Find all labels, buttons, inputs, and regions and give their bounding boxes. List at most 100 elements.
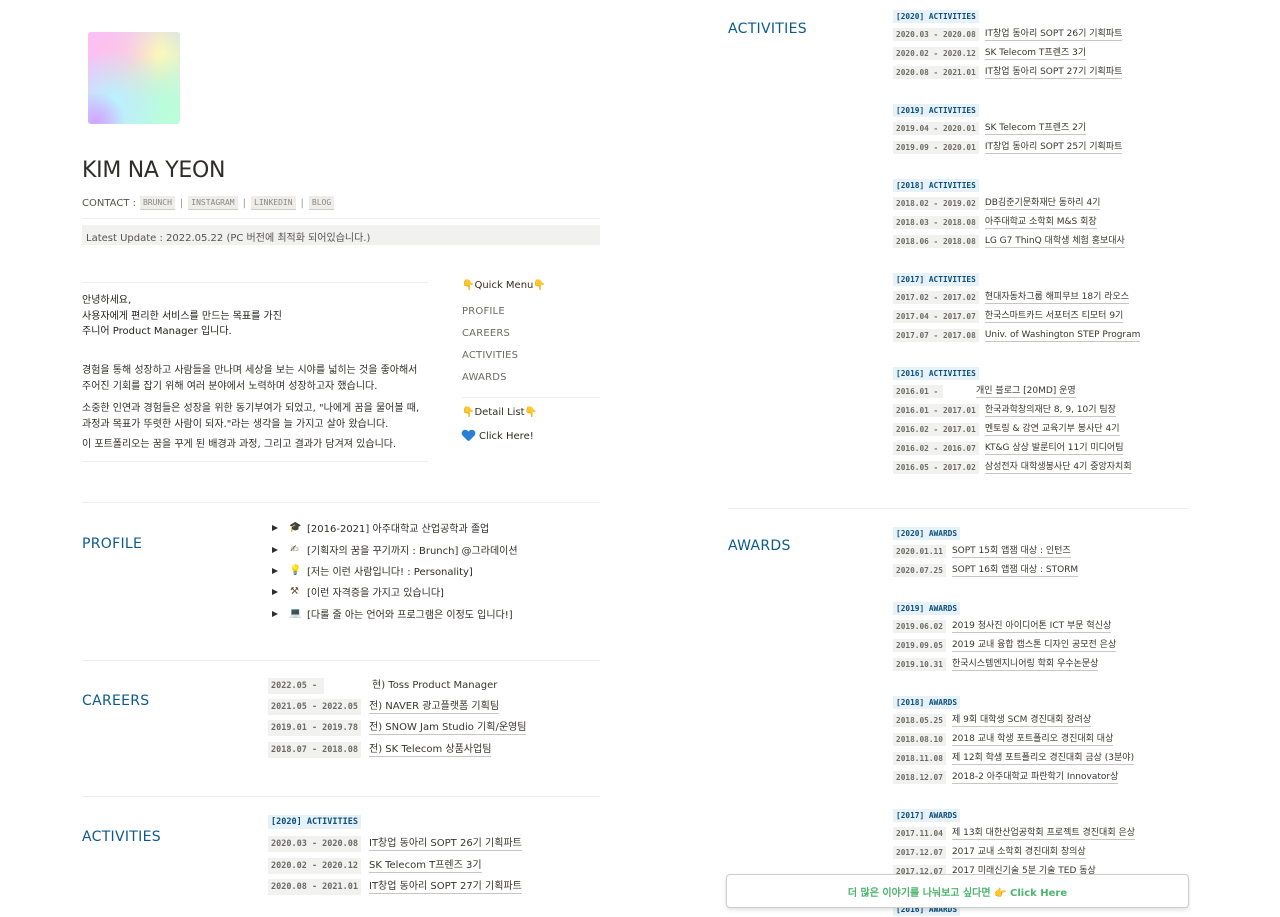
contact-cta-button[interactable]: 더 많은 이야기를 나눠보고 싶다면 👉 Click Here	[726, 874, 1189, 908]
contact-link-blog[interactable]: BLOG	[308, 196, 335, 210]
date-badge: 2020.01.11	[893, 545, 946, 558]
toggle-item-certificates[interactable]: ⚒ [이런 자격증을 가지고 있습니다]	[272, 584, 444, 599]
blue-heart-icon	[462, 430, 475, 442]
date-badge: 2019.09 - 2020.01	[893, 141, 979, 154]
activity-row: 2018.06 - 2018.08 LG G7 ThinQ 대학생 체험 홍보대사	[893, 235, 1125, 248]
activity-link[interactable]: 개인 블로그 [20MD] 운영	[976, 386, 1076, 398]
date-badge: 2019.10.31	[893, 658, 946, 671]
activity-row: 2017.02 - 2017.02 현대자동차그룹 해피무브 18기 라오스	[893, 291, 1130, 304]
activity-link[interactable]: IT창업 동아리 SOPT 27기 기획파트	[369, 881, 522, 894]
award-link[interactable]: 한국시스템엔지니어링 학회 우수논문상	[951, 659, 1099, 671]
toggle-item-label: [저는 이런 사람입니다! : Personality]	[307, 567, 473, 578]
divider	[82, 796, 600, 797]
activity-row: 2019.04 - 2020.01 SK Telecom T프렌즈 2기	[893, 122, 1087, 135]
career-link[interactable]: 전) SK Telecom 상품사업팀	[369, 744, 492, 757]
intro-block: 안녕하세요, 사용자에게 편리한 서비스를 만드는 목표를 가진 주니어 Pro…	[82, 282, 428, 462]
activity-link[interactable]: 한국과학창의재단 8, 9, 10기 팀장	[984, 405, 1116, 417]
date-badge: 2018.03 - 2018.08	[893, 216, 979, 229]
contact-link-brunch[interactable]: BRUNCH	[139, 196, 175, 210]
contact-link-instagram[interactable]: INSTAGRAM	[188, 196, 238, 210]
contact-link-linkedin[interactable]: LINKEDIN	[251, 196, 296, 210]
date-badge: 2019.04 - 2020.01	[893, 122, 979, 135]
activity-link[interactable]: IT창업 동아리 SOPT 25기 기획파트	[984, 142, 1123, 154]
activity-link[interactable]: DB김준기문화재단 동하리 4기	[984, 198, 1101, 210]
date-badge: 2016.05 - 2017.02	[893, 461, 979, 474]
quick-menu-title-text: Quick Menu	[474, 280, 534, 291]
section-title-activities: ACTIVITIES	[728, 21, 807, 37]
activity-link[interactable]: SK Telecom T프렌즈 2기	[984, 123, 1087, 135]
award-link[interactable]: SOPT 15회 앱잼 대상 : 인턴즈	[951, 546, 1071, 558]
award-link[interactable]: 2018-2 아주대학교 파란학기 Innovator상	[951, 772, 1119, 784]
date-badge: 2020.03 - 2020.08	[893, 28, 979, 41]
award-link[interactable]: 제 9회 대학생 SCM 경진대회 장려상	[951, 715, 1092, 727]
activity-link[interactable]: SK Telecom T프렌즈 3기	[984, 48, 1087, 60]
right-column: ACTIVITIES [2020] ACTIVITIES 2020.03 - 2…	[728, 0, 1188, 917]
career-link[interactable]: 전) SNOW Jam Studio 기획/운영팀	[369, 722, 527, 735]
graduation-cap-icon: 🎓	[289, 522, 302, 533]
pointing-down-icon: 👇	[533, 280, 546, 291]
award-link[interactable]: 제 12회 학생 포트폴리오 경진대회 금상 (3분야)	[951, 753, 1135, 765]
page-title: KIM NA YEON	[82, 158, 226, 183]
profile-avatar	[88, 32, 180, 124]
activity-link[interactable]: IT창업 동아리 SOPT 26기 기획파트	[984, 29, 1123, 41]
activity-row: 2020.03 - 2020.08 IT창업 동아리 SOPT 26기 기획파트	[268, 836, 522, 852]
quick-menu-item-awards[interactable]: AWARDS	[462, 372, 507, 383]
toggle-item-skills[interactable]: 💻 [다룰 줄 아는 언어와 프로그램은 이정도 입니다!]	[272, 606, 513, 621]
toggle-item-personality[interactable]: 💡 [저는 이런 사람입니다! : Personality]	[272, 563, 473, 578]
activity-link[interactable]: SK Telecom T프렌즈 3기	[369, 860, 482, 873]
award-link[interactable]: SOPT 16회 앱잼 대상 : STORM	[951, 565, 1079, 577]
quick-menu-item-profile[interactable]: PROFILE	[462, 306, 505, 317]
award-row: 2018.12.07 2018-2 아주대학교 파란학기 Innovator상	[893, 771, 1119, 784]
award-link[interactable]: 2018 교내 학생 포트폴리오 경진대회 대상	[951, 734, 1114, 746]
activity-link[interactable]: KT&G 상상 발룬티어 11기 미디어팀	[984, 443, 1124, 455]
date-badge: 2017.04 - 2017.07	[893, 310, 979, 323]
award-link[interactable]: 2019 청사진 아이디어톤 ICT 부문 혁신상	[951, 621, 1112, 633]
date-badge: 2020.02 - 2020.12	[268, 858, 361, 874]
toggle-item-education[interactable]: 🎓 [2016-2021] 아주대학교 산업공학과 졸업	[272, 520, 489, 535]
career-row: 2018.07 - 2018.08 전) SK Telecom 상품사업팀	[268, 742, 492, 758]
latest-update-callout: Latest Update : 2022.05.22 (PC 버전에 최적화 되…	[82, 225, 600, 245]
award-link[interactable]: 제 13회 대한산업공학회 프로젝트 경진대회 은상	[951, 828, 1136, 840]
date-badge: 2018.02 - 2019.02	[893, 197, 979, 210]
toggle-triangle-icon[interactable]	[272, 610, 278, 617]
detail-list-link[interactable]: Click Here!	[462, 430, 534, 442]
activity-link[interactable]: 아주대학교 소학회 M&S 회장	[984, 217, 1097, 229]
activity-link[interactable]: 현대자동차그룹 해피무브 18기 라오스	[984, 292, 1130, 304]
award-link[interactable]: 2019 교내 융합 캡스톤 디자인 공모전 은상	[951, 640, 1117, 652]
award-link[interactable]: 2017 교내 소학회 경진대회 창의상	[951, 847, 1086, 859]
toggle-triangle-icon[interactable]	[272, 588, 278, 595]
date-badge: 2018.07 - 2018.08	[268, 742, 361, 758]
toggle-triangle-icon[interactable]	[272, 524, 278, 531]
detail-list-title: 👇Detail List👇	[462, 407, 537, 418]
career-row: 2022.05 - 현) Toss Product Manager	[268, 678, 497, 694]
date-badge: 2020.02 - 2020.12	[893, 47, 979, 60]
date-badge: 2018.06 - 2018.08	[893, 235, 979, 248]
paragraph-line: 소중한 인연과 경험들은 성장을 위한 동기부여가 되었고, "나에게 꿈을 물…	[82, 403, 420, 414]
quick-menu-item-careers[interactable]: CAREERS	[462, 328, 510, 339]
activity-row: 2019.09 - 2020.01 IT창업 동아리 SOPT 25기 기획파트	[893, 141, 1123, 154]
divider	[82, 660, 600, 661]
contact-label: CONTACT :	[82, 197, 136, 209]
activity-link[interactable]: 한국스마트카드 서포터즈 티모터 9기	[984, 311, 1124, 323]
activity-row: 2020.08 - 2021.01 IT창업 동아리 SOPT 27기 기획파트	[268, 879, 522, 895]
activity-link[interactable]: IT창업 동아리 SOPT 26기 기획파트	[369, 838, 522, 851]
greeting-line: 사용자에게 편리한 서비스를 만드는 목표를 가진	[82, 310, 282, 322]
toggle-item-brunch[interactable]: ✍ [기획자의 꿈을 꾸기까지 : Brunch] @그라데이션	[272, 542, 518, 557]
date-badge: 2018.08.10	[893, 733, 946, 746]
activity-link[interactable]: 삼성전자 대학생봉사단 4기 중앙자치회	[984, 462, 1132, 474]
activity-row: 2017.04 - 2017.07 한국스마트카드 서포터즈 티모터 9기	[893, 310, 1124, 323]
activity-link[interactable]: IT창업 동아리 SOPT 27기 기획파트	[984, 67, 1123, 79]
toggle-triangle-icon[interactable]	[272, 567, 278, 574]
toggle-triangle-icon[interactable]	[272, 546, 278, 553]
career-link[interactable]: 전) NAVER 광고플랫폼 기획팀	[369, 701, 500, 714]
activity-link[interactable]: LG G7 ThinQ 대학생 체험 홍보대사	[984, 236, 1125, 248]
quick-menu-item-activities[interactable]: ACTIVITIES	[462, 350, 518, 361]
activity-link[interactable]: Univ. of Washington STEP Program	[984, 330, 1141, 342]
date-badge: 2017.02 - 2017.02	[893, 291, 979, 304]
intro-paragraph-1: 경험을 통해 성장하고 사람들을 만나며 세상을 보는 시야를 넓히는 것을 좋…	[82, 363, 417, 394]
activity-link[interactable]: 멘토링 & 강연 교육기부 봉사단 4기	[984, 424, 1120, 436]
click-here-label: Click Here!	[479, 430, 534, 442]
toggle-item-label: [이런 자격증을 가지고 있습니다]	[307, 588, 444, 599]
activity-row: 2016.05 - 2017.02 삼성전자 대학생봉사단 4기 중앙자치회	[893, 461, 1132, 474]
activity-row: 2017.07 - 2017.08 Univ. of Washington STE…	[893, 329, 1141, 342]
